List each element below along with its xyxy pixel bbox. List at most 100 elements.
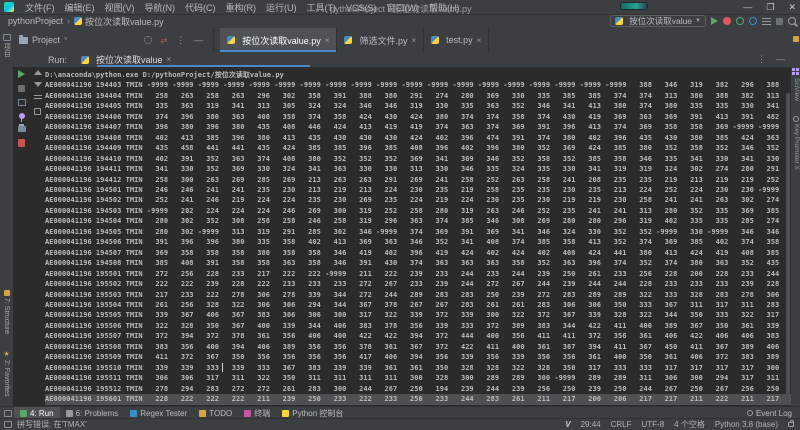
python-file-icon xyxy=(227,36,236,44)
run-button[interactable] xyxy=(711,17,718,25)
run-toolbar xyxy=(13,69,30,147)
tool-window-button-label: TODO xyxy=(209,408,233,418)
pin-tab-icon[interactable] xyxy=(18,113,25,122)
menu-item[interactable]: 导航(N) xyxy=(140,3,181,13)
stop-button[interactable] xyxy=(18,85,25,92)
gear-icon[interactable] xyxy=(143,36,152,44)
tool-button-structure[interactable]: 7: Structure xyxy=(0,290,13,334)
project-icon xyxy=(2,34,11,41)
tool-window-button-label: Regex Tester xyxy=(140,408,188,418)
console-line: AE000041196 194501 TMIN 246 246 241 241 … xyxy=(45,185,791,194)
breadcrumb-file[interactable]: 按位次读取value.py xyxy=(85,15,164,28)
run-panel-label: Run: xyxy=(48,54,68,65)
tool-window-button-label: 终端 xyxy=(254,408,271,418)
menu-item[interactable]: 视图(V) xyxy=(100,3,140,13)
up-stack-trace-icon[interactable] xyxy=(33,70,42,75)
editor-tab[interactable]: test.py × xyxy=(424,28,490,52)
close-icon[interactable]: × xyxy=(167,55,172,64)
menu-item[interactable]: 运行(U) xyxy=(261,3,302,13)
console-gutter-toolbar xyxy=(30,69,45,115)
soft-wrap-icon[interactable] xyxy=(33,94,42,101)
hide-panel-icon[interactable]: — xyxy=(776,54,785,65)
maximize-icon[interactable]: ❐ xyxy=(766,0,774,14)
menu-item[interactable]: 文件(F) xyxy=(20,3,60,13)
console-line: AE000041196 195510 TMIN 339 339 333 339 … xyxy=(45,363,791,372)
tool-button-sciview[interactable]: SciView xyxy=(791,78,800,101)
console-line: AE000041196 195507 TMIN 372 394 372 378 … xyxy=(45,332,791,341)
right-stripe-icon[interactable] xyxy=(793,36,799,42)
console-line: AE000041196 195504 TMIN 261 256 328 322 … xyxy=(45,300,791,309)
run-config-selector[interactable]: 按位次读取value ▼ xyxy=(610,15,706,27)
project-panel-header[interactable]: Project ˅ xyxy=(13,28,76,52)
tool-button-key-promoter[interactable]: Key Promoter X xyxy=(791,124,800,170)
tool-button-favorites[interactable]: ★ 2: Favorites xyxy=(0,350,13,397)
navigation-bar: pythonProject › 按位次读取value.py 按位次读取value… xyxy=(0,14,800,29)
close-icon[interactable]: × xyxy=(411,36,416,45)
left-tool-stripe: 项目 7: Structure ★ 2: Favorites xyxy=(0,28,14,407)
close-icon[interactable]: × xyxy=(325,36,330,45)
tool-button-project[interactable]: 项目 xyxy=(0,34,13,57)
stop-button[interactable] xyxy=(776,17,783,25)
more-run-options-icon[interactable] xyxy=(762,17,771,25)
key-promoter-icon[interactable] xyxy=(793,116,799,122)
file-encoding[interactable]: UTF-8 xyxy=(642,420,665,429)
locate-file-icon[interactable]: ⇄ xyxy=(161,36,168,45)
editor-tab-label: test.py xyxy=(446,35,473,45)
console-line: AE000041196 194504 TMIN 280 302 352 308 … xyxy=(45,217,791,226)
line-ending[interactable]: CRLF xyxy=(611,420,632,429)
menu-item[interactable]: 代码(C) xyxy=(180,3,221,13)
close-icon[interactable]: ✕ xyxy=(788,0,796,14)
hide-panel-icon[interactable]: — xyxy=(194,35,203,45)
minimize-icon[interactable]: — xyxy=(743,0,752,14)
lock-icon[interactable] xyxy=(788,420,794,427)
rerun-button[interactable] xyxy=(18,70,25,78)
menu-item[interactable]: 重构(R) xyxy=(221,3,262,13)
event-log-button[interactable]: Event Log xyxy=(746,409,792,418)
indent-setting[interactable]: 4 个空格 xyxy=(674,419,705,430)
more-options-icon[interactable]: ⋮ xyxy=(757,54,766,65)
debug-button[interactable] xyxy=(723,17,731,25)
editor-tab-bar: Project ˅ ⇄ ⋮ — 按位次读取value.py × 筛选文件.py × te… xyxy=(13,28,791,52)
console-line: AE000041196 194404 TMIN 258 263 258 263 … xyxy=(45,91,791,100)
print-icon[interactable] xyxy=(17,124,26,132)
status-bar: 拼写错误: 在'TMAX' V 29:44 CRLF UTF-8 4 个空格 P… xyxy=(0,418,800,430)
tool-window-button-icon xyxy=(65,409,73,417)
interpreter[interactable]: Python 3.8 (base) xyxy=(715,420,778,429)
profiler-button[interactable] xyxy=(749,17,757,25)
console-command-line: D:\anaconda\python.exe D:/pythonProject/… xyxy=(45,71,284,79)
pycharm-logo-icon xyxy=(4,2,14,12)
console-line: AE000041196 195505 TMIN 339 367 406 367 … xyxy=(45,311,791,320)
python-file-icon xyxy=(344,36,353,44)
down-stack-trace-icon[interactable] xyxy=(33,82,42,87)
tool-window-button-icon xyxy=(244,409,252,417)
run-panel-controls: ⋮ — xyxy=(757,54,785,65)
vertical-scrollbar[interactable] xyxy=(786,93,790,399)
star-icon: ★ xyxy=(3,351,10,358)
caret-position[interactable]: 29:44 xyxy=(581,420,601,429)
console-line: AE000041196 194407 TMIN 396 380 396 380 … xyxy=(45,123,791,132)
console-line: AE000041196 194502 TMIN 252 241 246 219 … xyxy=(45,196,791,205)
clear-console-icon[interactable] xyxy=(18,139,25,147)
close-icon[interactable]: × xyxy=(477,36,482,45)
run-controls: 按位次读取value ▼ xyxy=(610,15,796,27)
sciview-icon[interactable] xyxy=(792,68,799,75)
console-line: AE000041196 195503 TMIN 217 233 222 278 … xyxy=(45,290,791,299)
console-line: AE000041196 194406 TMIN 374 396 380 363 … xyxy=(45,112,791,121)
python-file-icon xyxy=(74,17,83,25)
tool-window-button-icon xyxy=(20,409,27,417)
editor-tab[interactable]: 按位次读取value.py × xyxy=(220,28,338,52)
tool-window-switcher-icon[interactable] xyxy=(4,409,12,417)
scroll-to-end-icon[interactable] xyxy=(34,108,41,115)
console-line: AE000041196 194412 TMIN 258 300 263 269 … xyxy=(45,175,791,184)
run-panel-header: Run: 按位次读取value × ⋮ — xyxy=(13,52,791,67)
coverage-button[interactable] xyxy=(736,17,744,25)
breadcrumb-project[interactable]: pythonProject xyxy=(8,16,63,26)
more-options-icon[interactable]: ⋮ xyxy=(176,35,185,46)
menu-item[interactable]: 编辑(E) xyxy=(60,3,100,13)
search-everywhere-icon[interactable] xyxy=(788,17,796,25)
status-corner-icon[interactable] xyxy=(4,421,12,428)
editor-tab[interactable]: 筛选文件.py × xyxy=(337,28,425,52)
restore-layout-icon[interactable] xyxy=(17,99,26,106)
right-tool-stripe: SciView Key Promoter X xyxy=(790,28,800,407)
console-line: AE000041196 195508 TMIN 383 356 400 394 … xyxy=(45,342,791,351)
